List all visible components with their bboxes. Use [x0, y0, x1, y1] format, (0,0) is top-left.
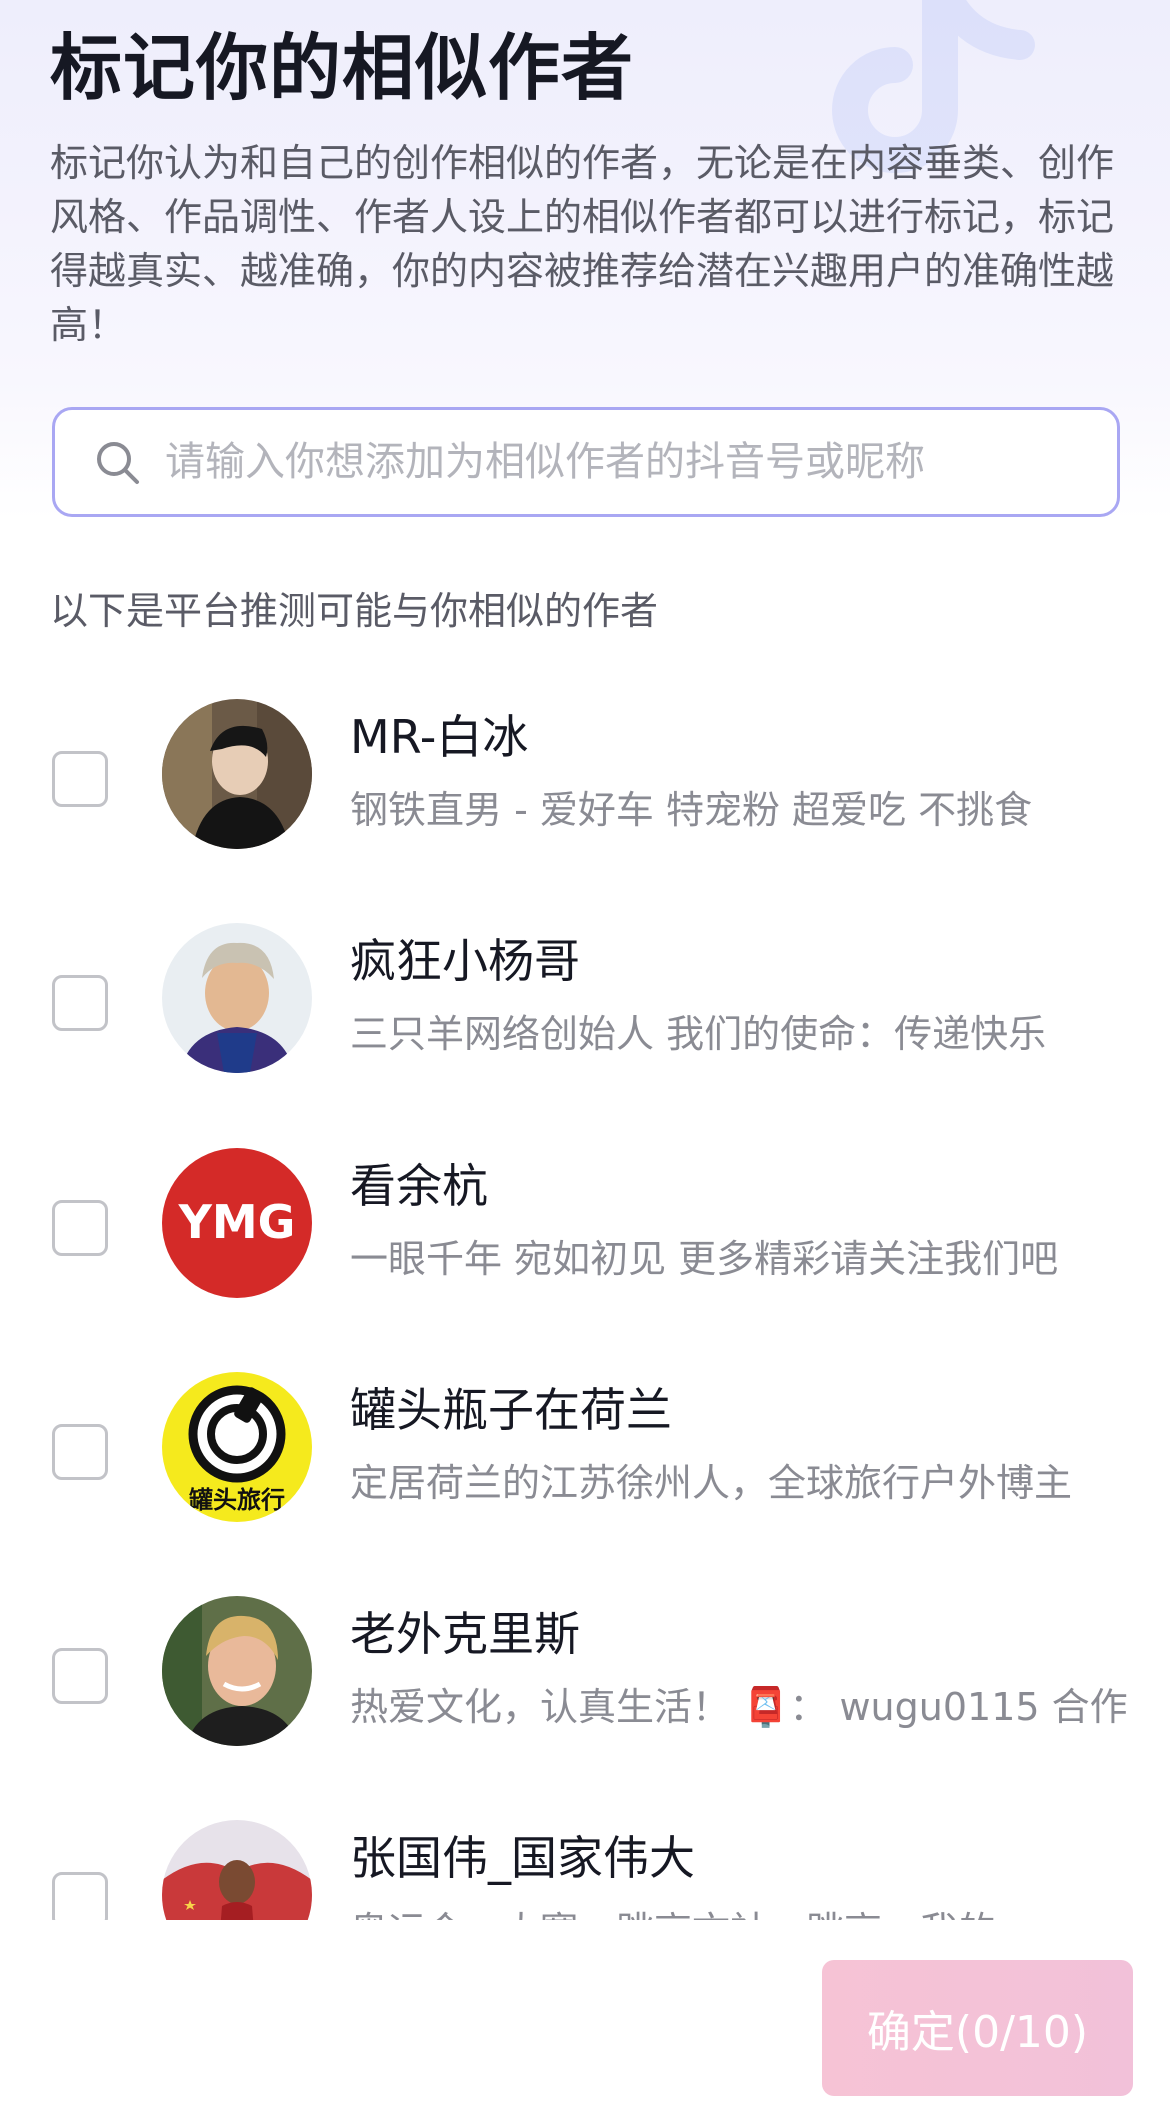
section-label: 以下是平台推测可能与你相似的作者: [50, 589, 659, 633]
author-checkbox[interactable]: [52, 1424, 108, 1480]
avatar: [162, 1820, 312, 1920]
author-bio: 一眼千年 宛如初见 更多精彩请关注我们吧: [350, 1237, 1059, 1281]
author-bio: 三只羊网络创始人 我们的使命：传递快乐: [350, 1012, 1047, 1056]
author-item[interactable]: 疯狂小杨哥 三只羊网络创始人 我们的使命：传递快乐: [0, 899, 1170, 1124]
author-checkbox[interactable]: [52, 751, 108, 807]
author-bio: 奥运会，大赛，跳高文社，跳高，我的: [350, 1904, 1130, 1920]
avatar: [162, 923, 312, 1073]
author-bio: 热爱文化，认真生活！ 📮： wugu0115 合作: [350, 1685, 1128, 1729]
avatar: [162, 1596, 312, 1746]
author-item[interactable]: MR-白冰 钢铁直男 - 爱好车 特宠粉 超爱吃 不挑食: [0, 675, 1170, 900]
author-item[interactable]: 老外克里斯 热爱文化，认真生活！ 📮： wugu0115 合作: [0, 1572, 1170, 1797]
author-bio: 钢铁直男 - 爱好车 特宠粉 超爱吃 不挑食: [350, 788, 1033, 832]
author-checkbox[interactable]: [52, 1648, 108, 1704]
confirm-label: 确定(0/10): [866, 2007, 1089, 2058]
search-input[interactable]: [165, 422, 1065, 502]
avatar: [162, 699, 312, 849]
search-box[interactable]: [52, 407, 1120, 517]
author-bio: 定居荷兰的江苏徐州人，全球旅行户外博主: [350, 1461, 1073, 1505]
author-name: 疯狂小杨哥: [350, 934, 580, 988]
page-title: 标记你的相似作者: [50, 26, 635, 110]
author-name: 看余杭: [350, 1159, 488, 1213]
author-name: 老外克里斯: [350, 1607, 580, 1661]
author-name: 罐头瓶子在荷兰: [350, 1383, 672, 1437]
avatar-logo-text: 罐头旅行: [188, 1486, 285, 1514]
search-icon: [97, 442, 139, 484]
author-item[interactable]: YMG 看余杭 一眼千年 宛如初见 更多精彩请关注我们吧: [0, 1124, 1170, 1349]
author-name: MR-白冰: [350, 710, 529, 764]
confirm-button[interactable]: 确定(0/10): [822, 1960, 1133, 2096]
avatar-logo-text: YMG: [178, 1195, 296, 1249]
author-checkbox[interactable]: [52, 1872, 108, 1920]
author-checkbox[interactable]: [52, 975, 108, 1031]
author-item[interactable]: 罐头旅行 罐头瓶子在荷兰 定居荷兰的江苏徐州人，全球旅行户外博主: [0, 1348, 1170, 1573]
similar-authors-page: 标记你的相似作者 标记你认为和自己的创作相似的作者，无论是在内容垂类、创作风格、…: [0, 0, 1170, 2114]
bottom-bar: 确定(0/10): [0, 1920, 1170, 2114]
author-checkbox[interactable]: [52, 1200, 108, 1256]
author-name: 张国伟_国家伟大: [350, 1831, 695, 1885]
page-description: 标记你认为和自己的创作相似的作者，无论是在内容垂类、创作风格、作品调性、作者人设…: [50, 141, 1115, 347]
avatar: 罐头旅行: [162, 1372, 312, 1522]
avatar: YMG: [162, 1148, 312, 1298]
author-item[interactable]: 张国伟_国家伟大 奥运会，大赛，跳高文社，跳高，我的: [0, 1796, 1170, 1920]
author-list: MR-白冰 钢铁直男 - 爱好车 特宠粉 超爱吃 不挑食 疯狂小杨哥 三只羊网络…: [0, 675, 1170, 1920]
